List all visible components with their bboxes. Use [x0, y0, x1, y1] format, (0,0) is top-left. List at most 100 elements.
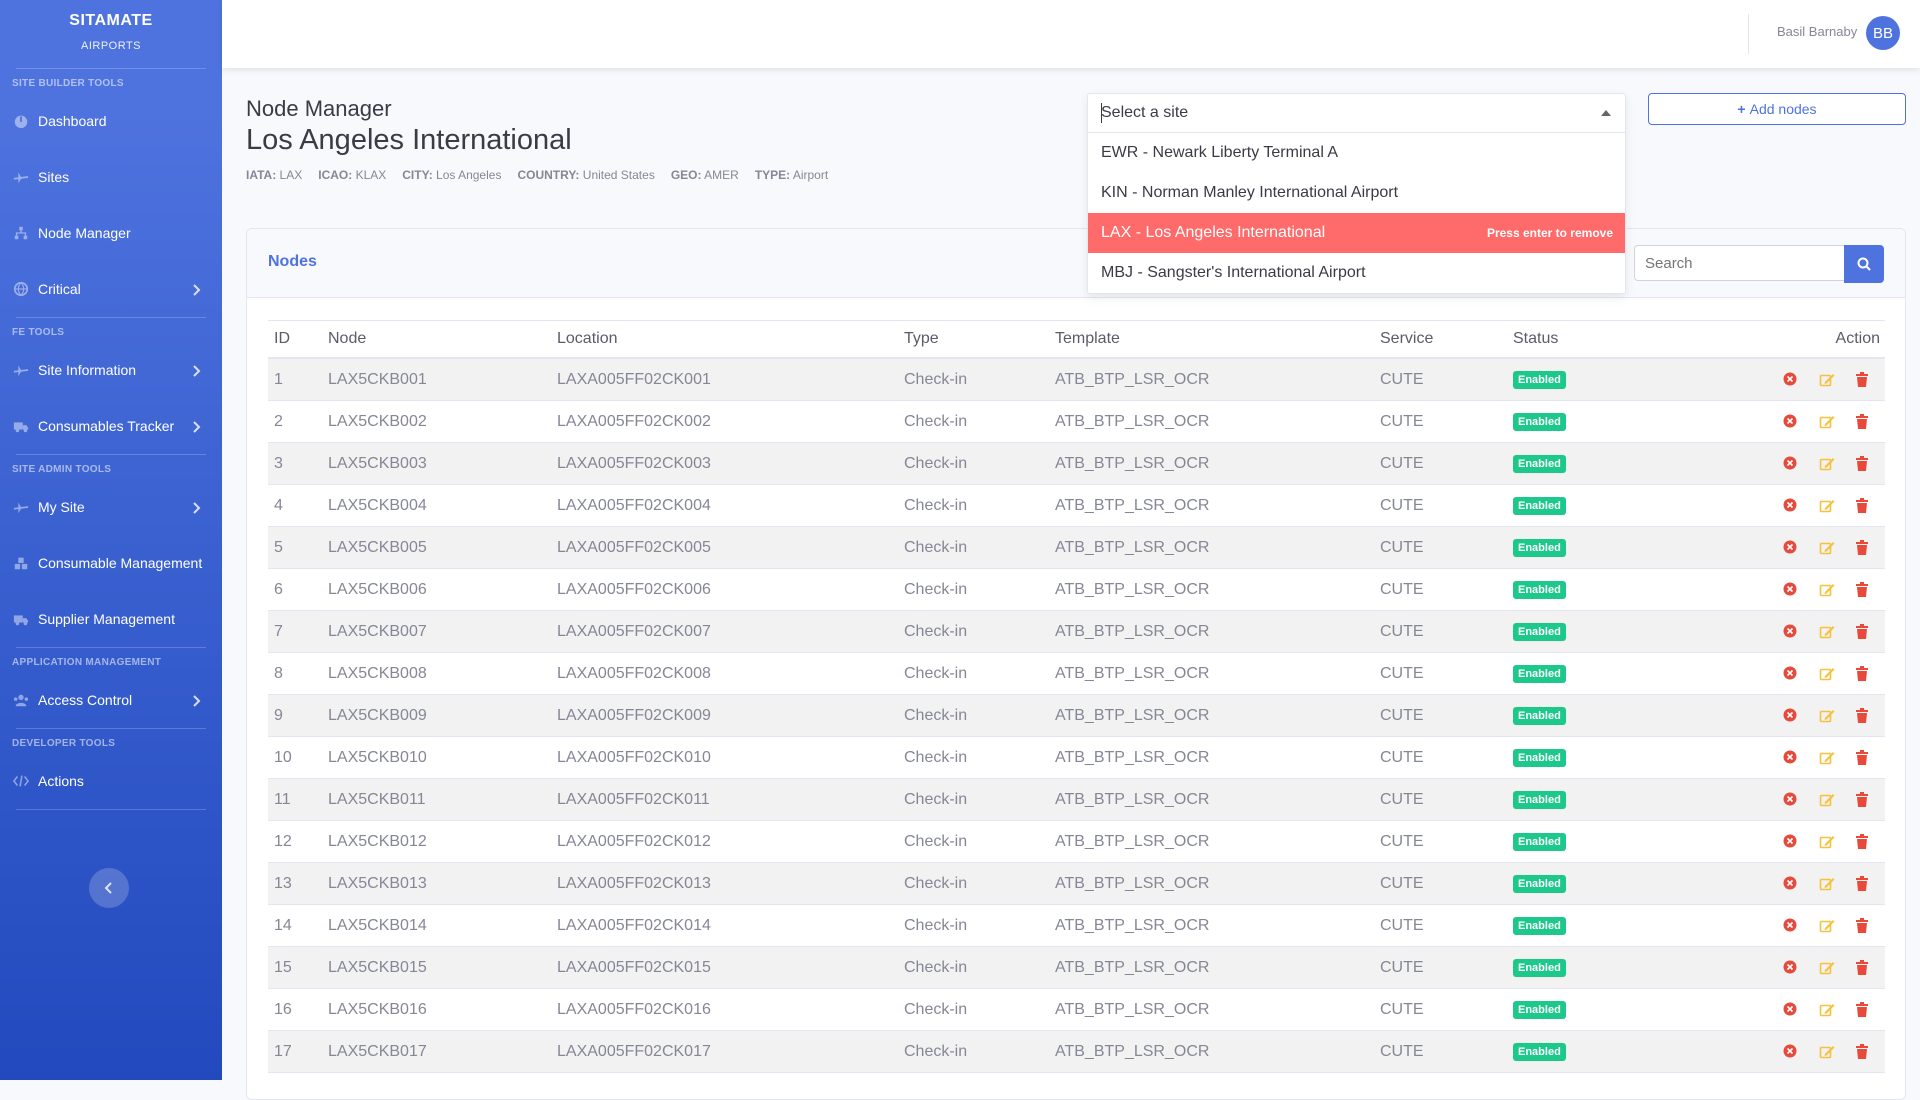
table-row: 4 LAX5CKB004 LAXA005FF02CK004 Check-in ATB_B…: [268, 485, 1885, 527]
trash-icon[interactable]: [1855, 581, 1871, 598]
disable-icon[interactable]: [1783, 540, 1799, 556]
disable-icon[interactable]: [1783, 666, 1799, 682]
caret-up-icon[interactable]: [1601, 110, 1611, 116]
cell-location: LAXA005FF02CK002: [557, 412, 711, 430]
edit-icon[interactable]: [1819, 372, 1835, 388]
cell-template: ATB_BTP_LSR_OCR: [1055, 958, 1210, 976]
sidebar-item-sites[interactable]: Sites: [0, 149, 222, 205]
edit-icon[interactable]: [1819, 456, 1835, 472]
cell-status: Enabled: [1513, 454, 1749, 473]
disable-icon[interactable]: [1783, 792, 1799, 808]
disable-icon[interactable]: [1783, 708, 1799, 724]
edit-icon[interactable]: [1819, 582, 1835, 598]
sidebar-item-consumable-management[interactable]: Consumable Management: [0, 535, 222, 591]
sidebar-item-my-site[interactable]: My Site: [0, 479, 222, 535]
edit-icon[interactable]: [1819, 1044, 1835, 1060]
trash-icon[interactable]: [1855, 371, 1871, 388]
column-header-status[interactable]: Status: [1513, 330, 1749, 348]
trash-icon[interactable]: [1855, 1043, 1871, 1060]
edit-icon[interactable]: [1819, 666, 1835, 682]
disable-icon[interactable]: [1783, 498, 1799, 514]
column-header-type[interactable]: Type: [904, 330, 1055, 348]
cell-actions: [1749, 749, 1885, 766]
sidebar-item-actions[interactable]: Actions: [0, 753, 222, 809]
search-button[interactable]: [1844, 245, 1884, 283]
column-header-node[interactable]: Node: [328, 330, 557, 348]
edit-icon[interactable]: [1819, 876, 1835, 892]
cell-location: LAXA005FF02CK003: [557, 454, 711, 472]
sidebar-item-access-control[interactable]: Access Control: [0, 672, 222, 728]
site-meta-key: TYPE:: [754, 168, 791, 182]
site-select-placeholder: Select a site: [1101, 104, 1189, 121]
cell-actions: [1749, 665, 1885, 682]
disable-icon[interactable]: [1783, 414, 1799, 430]
site-select-input[interactable]: Select a site: [1088, 94, 1625, 133]
edit-icon[interactable]: [1819, 750, 1835, 766]
edit-icon[interactable]: [1819, 498, 1835, 514]
avatar[interactable]: BB: [1866, 16, 1900, 50]
code-icon: [12, 772, 30, 790]
column-header-action[interactable]: Action: [1749, 330, 1885, 348]
sidebar-item-critical[interactable]: Critical: [0, 261, 222, 317]
trash-icon[interactable]: [1855, 1001, 1871, 1018]
edit-icon[interactable]: [1819, 708, 1835, 724]
cell-actions: [1749, 497, 1885, 514]
trash-icon[interactable]: [1855, 959, 1871, 976]
disable-icon[interactable]: [1783, 372, 1799, 388]
edit-icon[interactable]: [1819, 1002, 1835, 1018]
sidebar-item-dashboard[interactable]: Dashboard: [0, 93, 222, 149]
chevron-left-icon: [104, 882, 112, 894]
trash-icon[interactable]: [1855, 623, 1871, 640]
disable-icon[interactable]: [1783, 960, 1799, 976]
column-header-service[interactable]: Service: [1380, 330, 1513, 348]
search-input[interactable]: [1634, 245, 1870, 281]
trash-icon[interactable]: [1855, 497, 1871, 514]
disable-icon[interactable]: [1783, 1002, 1799, 1018]
disable-icon[interactable]: [1783, 456, 1799, 472]
site-option[interactable]: EWR - Newark Liberty Terminal A: [1088, 133, 1625, 173]
trash-icon[interactable]: [1855, 539, 1871, 556]
sidebar-item-site-information[interactable]: Site Information: [0, 342, 222, 398]
site-option[interactable]: KIN - Norman Manley International Airpor…: [1088, 173, 1625, 213]
column-header-location[interactable]: Location: [557, 330, 904, 348]
cell-type: Check-in: [904, 412, 968, 430]
sidebar-toggle-button[interactable]: [89, 868, 129, 908]
trash-icon[interactable]: [1855, 917, 1871, 934]
trash-icon[interactable]: [1855, 791, 1871, 808]
trash-icon[interactable]: [1855, 707, 1871, 724]
site-option[interactable]: LAX - Los Angeles International Press ent…: [1088, 213, 1625, 253]
trash-icon[interactable]: [1855, 833, 1871, 850]
trash-icon[interactable]: [1855, 875, 1871, 892]
cell-location: LAXA005FF02CK001: [557, 370, 711, 388]
column-header-template[interactable]: Template: [1055, 330, 1380, 348]
site-option[interactable]: MBJ - Sangster's International Airport: [1088, 253, 1625, 293]
sidebar-item-supplier-management[interactable]: Supplier Management: [0, 591, 222, 647]
add-nodes-button[interactable]: + Add nodes: [1648, 93, 1906, 125]
disable-icon[interactable]: [1783, 582, 1799, 598]
disable-icon[interactable]: [1783, 918, 1799, 934]
sidebar-divider: [16, 809, 206, 810]
edit-icon[interactable]: [1819, 624, 1835, 640]
edit-icon[interactable]: [1819, 792, 1835, 808]
disable-icon[interactable]: [1783, 876, 1799, 892]
column-header-id[interactable]: ID: [268, 330, 328, 348]
sidebar-item-node-manager[interactable]: Node Manager: [0, 205, 222, 261]
brand[interactable]: SITAMATE AIRPORTS: [0, 0, 222, 68]
edit-icon[interactable]: [1819, 960, 1835, 976]
disable-icon[interactable]: [1783, 750, 1799, 766]
user-name[interactable]: Basil Barnaby: [1777, 24, 1857, 39]
site-select-dropdown[interactable]: Select a site EWR - Newark Liberty Termi…: [1087, 93, 1626, 294]
disable-icon[interactable]: [1783, 834, 1799, 850]
trash-icon[interactable]: [1855, 413, 1871, 430]
site-meta-item: COUNTRY: United States: [517, 168, 654, 182]
disable-icon[interactable]: [1783, 624, 1799, 640]
trash-icon[interactable]: [1855, 665, 1871, 682]
trash-icon[interactable]: [1855, 749, 1871, 766]
edit-icon[interactable]: [1819, 540, 1835, 556]
edit-icon[interactable]: [1819, 918, 1835, 934]
trash-icon[interactable]: [1855, 455, 1871, 472]
edit-icon[interactable]: [1819, 414, 1835, 430]
disable-icon[interactable]: [1783, 1044, 1799, 1060]
sidebar-item-consumables-tracker[interactable]: Consumables Tracker: [0, 398, 222, 454]
edit-icon[interactable]: [1819, 834, 1835, 850]
